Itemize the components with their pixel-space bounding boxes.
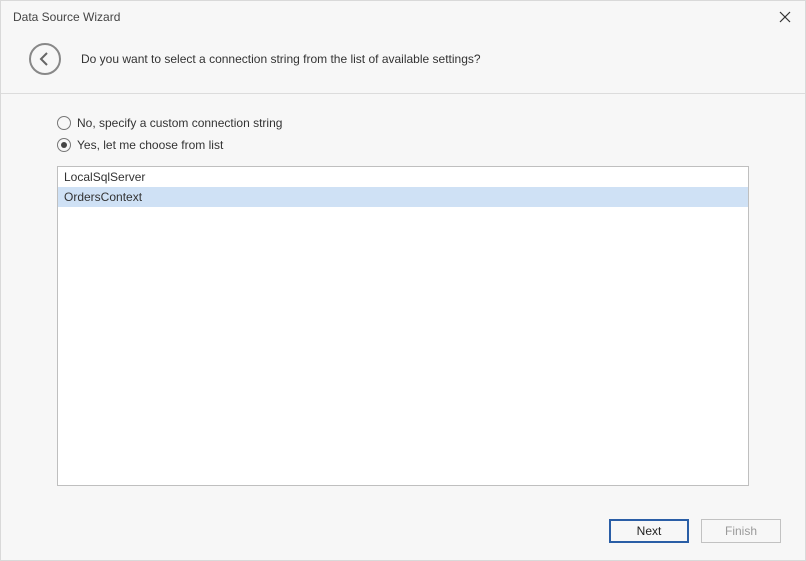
arrow-left-icon — [37, 51, 53, 67]
next-button[interactable]: Next — [609, 519, 689, 543]
content-area: No, specify a custom connection string Y… — [1, 94, 805, 510]
radio-custom-label: No, specify a custom connection string — [77, 116, 282, 130]
list-item[interactable]: OrdersContext — [58, 187, 748, 207]
header-row: Do you want to select a connection strin… — [1, 33, 805, 93]
radio-icon — [57, 116, 71, 130]
radio-custom-connection[interactable]: No, specify a custom connection string — [57, 116, 749, 130]
finish-button: Finish — [701, 519, 781, 543]
header-question: Do you want to select a connection strin… — [81, 52, 481, 66]
window-title: Data Source Wizard — [13, 10, 120, 24]
radio-icon — [57, 138, 71, 152]
footer: Next Finish — [1, 510, 805, 560]
back-button[interactable] — [29, 43, 61, 75]
titlebar: Data Source Wizard — [1, 1, 805, 33]
radio-choose-from-list[interactable]: Yes, let me choose from list — [57, 138, 749, 152]
list-item[interactable]: LocalSqlServer — [58, 167, 748, 187]
connection-list[interactable]: LocalSqlServer OrdersContext — [57, 166, 749, 486]
data-source-wizard-dialog: Data Source Wizard Do you want to select… — [0, 0, 806, 561]
radio-fromlist-label: Yes, let me choose from list — [77, 138, 223, 152]
close-icon[interactable] — [777, 9, 793, 25]
radio-selected-dot — [61, 142, 67, 148]
